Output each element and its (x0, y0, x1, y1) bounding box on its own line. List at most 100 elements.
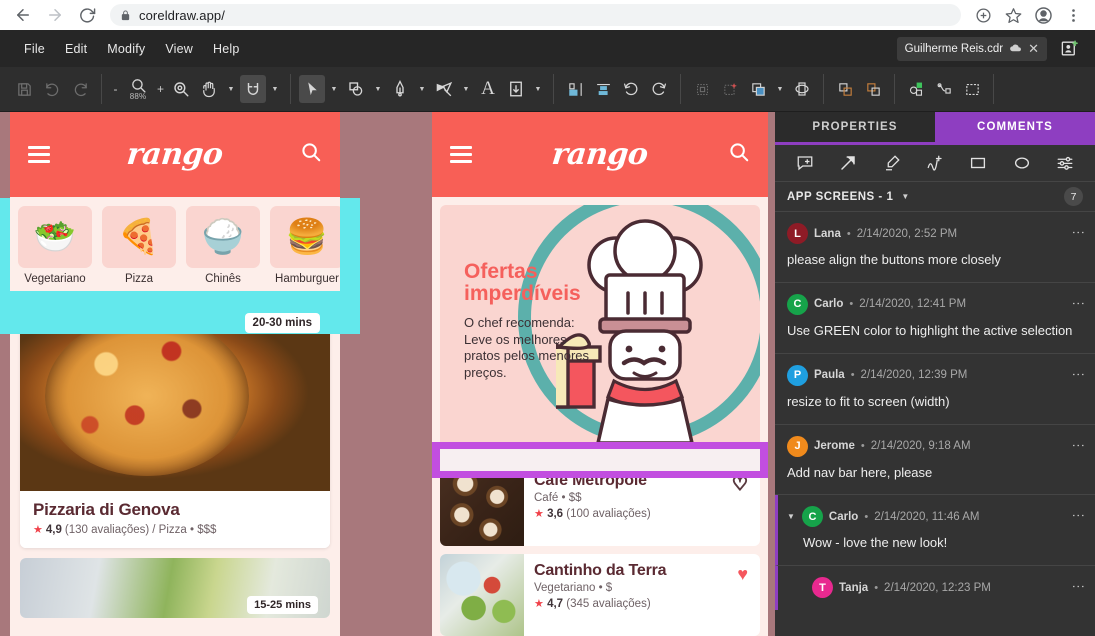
address-bar[interactable]: coreldraw.app/ (110, 4, 961, 26)
design-canvas[interactable]: rango 🥗 Vegetariano 🍕 Pizza 🍚 Chinês 🍔 H… (0, 112, 775, 636)
restaurant-list-item[interactable]: Cantinho da Terra Vegetariano • $ ★ 4,7 … (440, 554, 760, 636)
restaurant-meta: ★ 4,9 (130 avaliações) / Pizza • $$$ (33, 523, 317, 537)
snap-dropdown-caret-icon[interactable]: ▼ (268, 75, 282, 103)
highlighter-icon[interactable] (879, 150, 905, 176)
comment-item[interactable]: J Jerome • 2/14/2020, 9:18 AM ⋮ Add nav … (775, 425, 1095, 496)
import-dropdown-caret-icon[interactable]: ▼ (531, 75, 545, 103)
menu-modify[interactable]: Modify (97, 38, 155, 60)
comment-more-menu-icon[interactable]: ⋮ (1071, 368, 1086, 383)
arrow-annotate-icon[interactable] (835, 150, 861, 176)
pen-dropdown-caret-icon[interactable]: ▼ (415, 75, 429, 103)
forward-button[interactable] (40, 0, 70, 30)
category-item[interactable]: 🍔 Hamburguer (270, 206, 340, 285)
zoom-in-button[interactable]: + (155, 82, 166, 96)
import-icon[interactable] (503, 75, 529, 103)
shape-tool-icon[interactable] (343, 75, 369, 103)
rotate-cw-icon[interactable] (646, 75, 672, 103)
menu-view[interactable]: View (155, 38, 203, 60)
comment-item[interactable]: P Paula • 2/14/2020, 12:39 PM ⋮ resize t… (775, 354, 1095, 425)
app1-category-strip[interactable]: 🥗 Vegetariano 🍕 Pizza 🍚 Chinês 🍔 Hamburg… (10, 197, 340, 291)
restaurant-list-item[interactable]: Café Metrópole Café • $$ ★ 3,6 (100 aval… (440, 464, 760, 546)
app-screens-selector[interactable]: APP SCREENS - 1 ▼ 7 (775, 182, 1095, 212)
search-icon[interactable] (728, 141, 750, 168)
restaurant-card-second[interactable]: 15-25 mins (20, 558, 330, 618)
pen-tool-icon[interactable] (387, 75, 413, 103)
category-item[interactable]: 🍕 Pizza (102, 206, 176, 285)
pan-hand-icon[interactable] (196, 75, 222, 103)
duplicate-icon[interactable] (745, 75, 771, 103)
three-dot-menu-icon[interactable] (1059, 1, 1087, 29)
profile-avatar-icon[interactable] (1029, 1, 1057, 29)
add-comment-icon[interactable] (792, 150, 818, 176)
pan-dropdown-caret-icon[interactable]: ▼ (224, 75, 238, 103)
pick-dropdown-caret-icon[interactable]: ▼ (327, 75, 341, 103)
share-user-button[interactable] (1057, 37, 1081, 61)
freehand-annotate-icon[interactable] (922, 150, 948, 176)
comment-more-menu-icon[interactable]: ⋮ (1071, 580, 1086, 595)
magnet-snap-icon[interactable] (240, 75, 266, 103)
comment-more-menu-icon[interactable]: ⋮ (1071, 226, 1086, 241)
weld-icon[interactable] (832, 75, 858, 103)
separator-dot: • (860, 440, 865, 453)
hamburger-menu-icon[interactable] (28, 146, 50, 163)
rotate-ccw-icon[interactable] (618, 75, 644, 103)
chevron-down-icon[interactable]: ▼ (901, 192, 909, 201)
chevron-down-icon[interactable]: ▼ (787, 512, 795, 521)
zoom-out-button[interactable]: - (110, 82, 121, 96)
tab-comments[interactable]: COMMENTS (935, 112, 1095, 145)
star-icon[interactable] (999, 1, 1027, 29)
promo-banner[interactable]: Ofertas imperdíveis O chef recomenda: Le… (440, 205, 760, 450)
restaurant-card-featured[interactable]: 20-30 mins Pizzaria di Genova ★ 4,9 (130… (20, 301, 330, 548)
select-all-icon[interactable] (959, 75, 985, 103)
rectangle-annotate-icon[interactable] (965, 150, 991, 176)
document-tab[interactable]: Guilherme Reis.cdr ✕ (896, 36, 1047, 61)
comment-item[interactable]: L Lana • 2/14/2020, 2:52 PM ⋮ please ali… (775, 212, 1095, 283)
comment-more-menu-icon[interactable]: ⋮ (1071, 439, 1086, 454)
redo-icon[interactable] (67, 75, 93, 103)
menu-help[interactable]: Help (203, 38, 250, 60)
heart-outline-icon[interactable]: ♡ (731, 474, 749, 493)
menu-edit[interactable]: Edit (55, 38, 97, 60)
freehand-tool-icon[interactable] (431, 75, 457, 103)
category-item[interactable]: 🥗 Vegetariano (18, 206, 92, 285)
group-icon[interactable] (903, 75, 929, 103)
ellipse-annotate-icon[interactable] (1009, 150, 1035, 176)
zoom-tool-icon[interactable]: 88% (123, 77, 153, 101)
duplicate-dropdown-caret-icon[interactable]: ▼ (773, 75, 787, 103)
heart-filled-icon[interactable]: ♥ (737, 565, 748, 583)
comment-more-menu-icon[interactable]: ⋮ (1071, 509, 1086, 524)
comment-header: T Tanja • 2/14/2020, 12:23 PM ⋮ (812, 577, 1086, 599)
close-icon[interactable]: ✕ (1028, 42, 1039, 55)
pick-arrow-icon[interactable] (299, 75, 325, 103)
transparency-icon[interactable] (689, 75, 715, 103)
comment-more-menu-icon[interactable]: ⋮ (1071, 297, 1086, 312)
undo-icon[interactable] (39, 75, 65, 103)
filter-settings-icon[interactable] (1052, 150, 1078, 176)
align-left-icon[interactable] (562, 75, 588, 103)
comment-item[interactable]: C Carlo • 2/14/2020, 12:41 PM ⋮ Use GREE… (775, 283, 1095, 354)
tab-properties[interactable]: PROPERTIES (775, 112, 935, 145)
toolbar-divider (823, 74, 824, 104)
artboard-app-screen-2[interactable]: rango Ofertas imperdíveis O chef recomen… (432, 112, 768, 636)
comments-list[interactable]: L Lana • 2/14/2020, 2:52 PM ⋮ please ali… (775, 212, 1095, 636)
reload-button[interactable] (72, 0, 102, 30)
install-app-icon[interactable] (969, 1, 997, 29)
category-item[interactable]: 🍚 Chinês (186, 206, 260, 285)
shape-dropdown-caret-icon[interactable]: ▼ (371, 75, 385, 103)
search-icon[interactable] (300, 141, 322, 168)
save-icon[interactable] (11, 75, 37, 103)
comment-item-reply[interactable]: T Tanja • 2/14/2020, 12:23 PM ⋮ (775, 566, 1095, 611)
combine-icon[interactable] (789, 75, 815, 103)
comment-item-active[interactable]: ▼ C Carlo • 2/14/2020, 11:46 AM ⋮ Wow - … (775, 495, 1095, 567)
hamburger-menu-icon[interactable] (450, 146, 472, 163)
distribute-icon[interactable] (590, 75, 616, 103)
text-tool-icon[interactable]: A (475, 75, 501, 103)
freehand-dropdown-caret-icon[interactable]: ▼ (459, 75, 473, 103)
trim-icon[interactable] (860, 75, 886, 103)
artboard-app-screen-1[interactable]: rango 🥗 Vegetariano 🍕 Pizza 🍚 Chinês 🍔 H… (10, 112, 340, 636)
menu-file[interactable]: File (14, 38, 55, 60)
ungroup-icon[interactable] (931, 75, 957, 103)
zoom-select-icon[interactable] (168, 75, 194, 103)
effects-icon[interactable] (717, 75, 743, 103)
back-button[interactable] (8, 0, 38, 30)
